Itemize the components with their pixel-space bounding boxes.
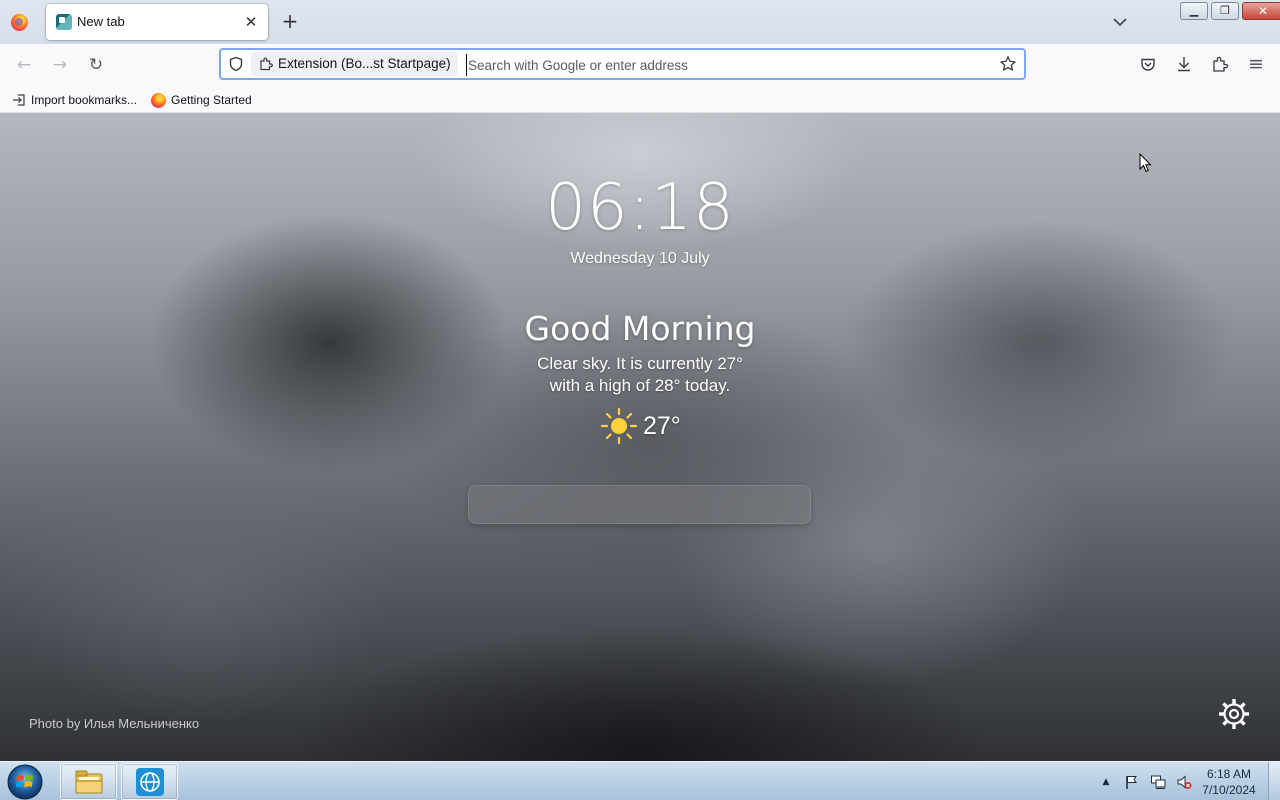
system-tray: ▲ — [1098, 770, 1192, 794]
volume-muted-icon[interactable] — [1176, 774, 1192, 790]
mouse-cursor-icon — [1139, 153, 1152, 173]
globe-icon — [136, 768, 164, 796]
taskbar-file-explorer[interactable] — [60, 763, 117, 800]
weather-description: Clear sky. It is currently 27° — [537, 354, 743, 373]
hamburger-menu-icon[interactable]: ≡ — [1244, 53, 1268, 75]
taskbar-clock[interactable]: 6:18 AM 7/10/2024 — [1195, 766, 1263, 798]
download-icon[interactable] — [1175, 55, 1193, 73]
tab-strip: New tab ✕ + ▁ ❐ ✕ — [0, 0, 1280, 44]
startpage-background: 06:18 Wednesday 10 July Good Morning Cle… — [0, 113, 1280, 761]
url-bar[interactable]: Extension (Bo...st Startpage) — [219, 48, 1026, 80]
minimize-icon: ▁ — [1189, 4, 1199, 17]
tab-favicon-icon — [56, 14, 72, 30]
network-icon[interactable] — [1150, 774, 1166, 790]
current-temperature: 27° — [643, 412, 681, 440]
reload-button[interactable]: ↻ — [84, 54, 108, 76]
bookmark-getting-started-label: Getting Started — [171, 93, 252, 107]
current-weather: 27° — [600, 407, 700, 447]
close-icon: ✕ — [1257, 4, 1269, 18]
restore-icon: ❐ — [1220, 4, 1230, 17]
start-button[interactable] — [4, 763, 46, 800]
bookmark-getting-started[interactable]: Getting Started — [151, 91, 252, 109]
back-button[interactable]: ← — [12, 54, 36, 76]
folder-icon — [75, 770, 103, 794]
close-tab-icon[interactable]: ✕ — [242, 13, 260, 31]
bookmark-import[interactable]: Import bookmarks... — [12, 91, 137, 109]
extension-identity-box[interactable]: Extension (Bo...st Startpage) — [251, 52, 458, 76]
show-desktop-button[interactable] — [1268, 762, 1280, 800]
tray-overflow-icon[interactable]: ▲ — [1098, 774, 1114, 790]
extensions-puzzle-icon[interactable] — [1211, 55, 1229, 73]
bookmark-import-label: Import bookmarks... — [31, 93, 138, 107]
puzzle-icon — [260, 57, 273, 71]
sun-icon — [600, 407, 638, 445]
extension-identity-label: Extension (Bo...st Startpage) — [278, 56, 451, 71]
bookmark-star-icon[interactable] — [999, 55, 1017, 73]
action-center-flag-icon[interactable] — [1124, 774, 1140, 790]
greeting-heading: Good Morning — [524, 309, 756, 348]
clock-time: 06:18 — [545, 171, 735, 245]
tab-new-tab[interactable]: New tab ✕ — [46, 4, 268, 40]
new-tab-button[interactable]: + — [279, 11, 301, 33]
weather-forecast: with a high of 28° today. — [549, 376, 731, 395]
tab-title: New tab — [77, 14, 125, 29]
navigation-toolbar: ← → ↻ Extension (Bo...st Startpage) ≡ — [0, 44, 1280, 86]
taskbar-clock-date: 7/10/2024 — [1202, 783, 1256, 797]
restore-button[interactable]: ❐ — [1211, 2, 1239, 20]
firefox-icon[interactable] — [11, 14, 28, 31]
gear-icon[interactable] — [1216, 696, 1252, 732]
pocket-icon[interactable] — [1139, 56, 1157, 74]
windows-taskbar: ▲ 6:18 AM 7/10/2024 — [0, 761, 1280, 800]
address-input[interactable] — [466, 54, 986, 76]
forward-button[interactable]: → — [48, 54, 72, 76]
startpage-search-input[interactable] — [468, 485, 811, 524]
import-icon — [13, 94, 25, 106]
firefox-icon — [151, 92, 166, 108]
shield-icon[interactable] — [228, 56, 244, 72]
minimize-button[interactable]: ▁ — [1180, 2, 1208, 20]
close-window-button[interactable]: ✕ — [1242, 2, 1280, 20]
bookmarks-toolbar: Import bookmarks... Getting Started — [0, 86, 1280, 113]
clock-date: Wednesday 10 July — [570, 250, 710, 267]
photo-credit[interactable]: Photo by Илья Мельниченко — [29, 716, 199, 731]
window-controls: ▁ ❐ ✕ — [1180, 2, 1280, 20]
chevron-down-icon[interactable] — [1110, 12, 1130, 32]
taskbar-clock-time: 6:18 AM — [1206, 767, 1252, 781]
taskbar-browser[interactable] — [121, 763, 178, 800]
